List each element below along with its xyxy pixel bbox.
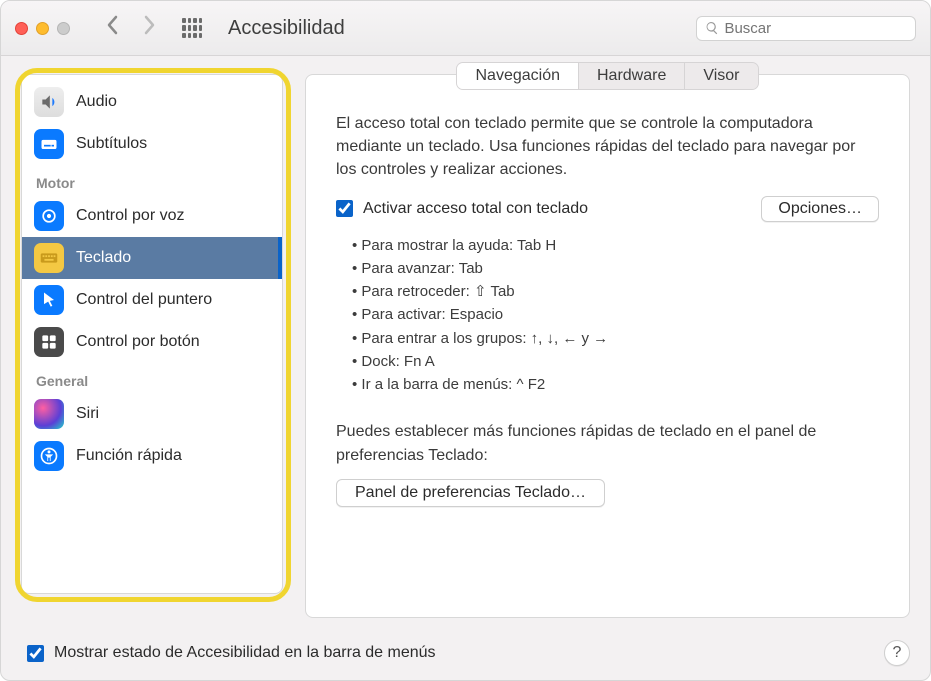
keyboard-icon — [34, 243, 64, 273]
chevron-left-icon — [106, 15, 120, 35]
sidebar-item-switch-control[interactable]: Control por botón — [22, 321, 282, 363]
sidebar-item-siri[interactable]: Siri — [22, 393, 282, 435]
close-window-button[interactable] — [15, 22, 28, 35]
hint-item: Para avanzar: Tab — [352, 257, 879, 280]
sidebar-group-motor: Motor — [22, 165, 282, 195]
search-icon — [705, 20, 719, 36]
more-shortcuts-text: Puedes establecer más funciones rápidas … — [306, 400, 909, 476]
tab-hardware[interactable]: Hardware — [579, 63, 685, 89]
siri-icon — [34, 399, 64, 429]
pointer-icon — [34, 285, 64, 315]
switch-control-icon — [34, 327, 64, 357]
show-status-menubar-label: Mostrar estado de Accesibilidad en la ba… — [54, 644, 436, 662]
body: Audio Subtítulos Motor Control por voz — [1, 56, 930, 628]
sidebar-item-keyboard[interactable]: Teclado — [22, 237, 282, 279]
window-title: Accesibilidad — [228, 17, 345, 40]
sidebar[interactable]: Audio Subtítulos Motor Control por voz — [21, 74, 283, 594]
sidebar-item-label: Subtítulos — [76, 135, 147, 153]
sidebar-item-label: Control por botón — [76, 333, 200, 351]
show-status-menubar-checkbox[interactable] — [27, 645, 44, 662]
search-input[interactable] — [724, 20, 907, 37]
hint-item: Para activar: Espacio — [352, 303, 879, 326]
sidebar-container: Audio Subtítulos Motor Control por voz — [21, 74, 283, 618]
sidebar-item-label: Siri — [76, 405, 99, 423]
content-area: Navegación Hardware Visor El acceso tota… — [305, 74, 910, 618]
minimize-window-button[interactable] — [36, 22, 49, 35]
sidebar-item-label: Control por voz — [76, 207, 185, 225]
sidebar-item-voice-control[interactable]: Control por voz — [22, 195, 282, 237]
titlebar: Accesibilidad — [1, 1, 930, 56]
search-field[interactable] — [696, 16, 916, 41]
forward-button[interactable] — [136, 15, 162, 41]
settings-pane: Navegación Hardware Visor El acceso tota… — [305, 74, 910, 618]
window-controls — [15, 22, 70, 35]
sidebar-item-audio[interactable]: Audio — [22, 81, 282, 123]
sidebar-item-label: Función rápida — [76, 447, 182, 465]
sidebar-item-label: Control del puntero — [76, 291, 212, 309]
enable-full-keyboard-access-checkbox[interactable] — [336, 200, 353, 217]
back-button[interactable] — [100, 15, 126, 41]
speaker-icon — [34, 87, 64, 117]
show-all-button[interactable] — [182, 18, 202, 38]
hint-item: Para retroceder: ⇧ Tab — [352, 280, 879, 303]
pane-description: El acceso total con teclado permite que … — [306, 90, 909, 196]
enable-full-keyboard-access-label: Activar acceso total con teclado — [363, 200, 751, 218]
keyboard-hints: Para mostrar la ayuda: Tab H Para avanza… — [306, 222, 909, 401]
chevron-right-icon — [142, 15, 156, 35]
hint-item: Para mostrar la ayuda: Tab H — [352, 234, 879, 257]
sidebar-item-label: Audio — [76, 93, 117, 111]
help-button[interactable]: ? — [884, 640, 910, 666]
captions-icon — [34, 129, 64, 159]
accessibility-shortcut-icon — [34, 441, 64, 471]
footer: Mostrar estado de Accesibilidad en la ba… — [1, 628, 930, 680]
sidebar-group-general: General — [22, 363, 282, 393]
sidebar-item-pointer-control[interactable]: Control del puntero — [22, 279, 282, 321]
preferences-window: Accesibilidad Audio Subtítulos — [0, 0, 931, 681]
sidebar-item-label: Teclado — [76, 249, 131, 267]
keyboard-prefs-button[interactable]: Panel de preferencias Teclado… — [336, 479, 605, 507]
hint-item: Dock: Fn A — [352, 350, 879, 373]
tab-visor[interactable]: Visor — [685, 63, 757, 89]
question-mark-icon: ? — [893, 644, 902, 662]
zoom-window-button[interactable] — [57, 22, 70, 35]
sidebar-item-subtitles[interactable]: Subtítulos — [22, 123, 282, 165]
tab-bar: Navegación Hardware Visor — [306, 62, 909, 90]
options-button[interactable]: Opciones… — [761, 196, 879, 222]
hint-item: Ir a la barra de menús: ^ F2 — [352, 373, 879, 396]
tab-navegacion[interactable]: Navegación — [457, 63, 579, 89]
sidebar-item-shortcut[interactable]: Función rápida — [22, 435, 282, 477]
hint-item: Para entrar a los grupos: ↑, ↓, ← y → — [352, 327, 879, 350]
voice-control-icon — [34, 201, 64, 231]
